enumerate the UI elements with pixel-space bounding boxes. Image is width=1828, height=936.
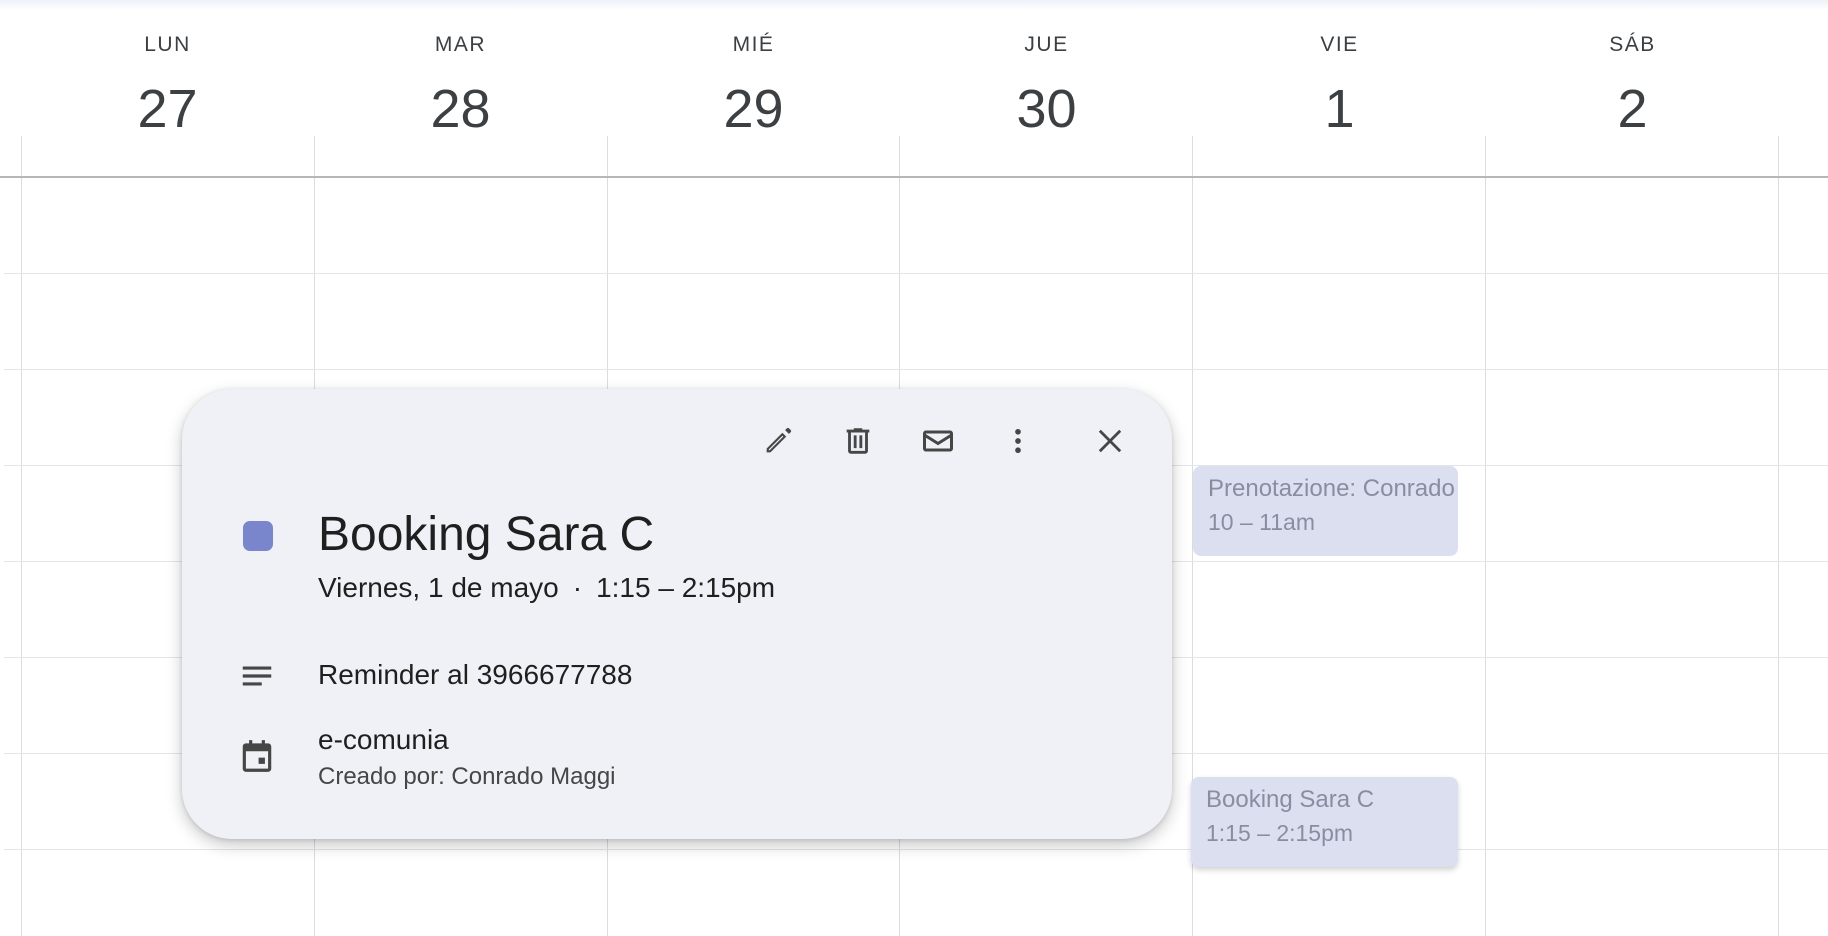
day-header-wed[interactable]: MIÉ 29 — [607, 0, 900, 177]
day-number[interactable]: 29 — [607, 78, 900, 140]
email-guests-button[interactable] — [912, 415, 964, 467]
header-divider — [607, 136, 608, 177]
event-date: Viernes, 1 de mayo — [318, 572, 559, 603]
calendar-event-prenotazione[interactable]: Prenotazione: Conrado 10 – 11am — [1193, 466, 1458, 556]
header-divider — [21, 136, 22, 177]
more-options-button[interactable] — [992, 415, 1044, 467]
day-of-week: VIE — [1320, 33, 1359, 56]
day-number[interactable]: 27 — [21, 78, 314, 140]
day-header-tue[interactable]: MAR 28 — [314, 0, 607, 177]
edit-button[interactable] — [752, 415, 804, 467]
day-header-mon[interactable]: LUN 27 — [21, 0, 314, 177]
grid-hour-line — [4, 273, 1828, 274]
separator: · — [572, 572, 583, 603]
grid-column-line — [1778, 178, 1779, 936]
day-of-week: JUE — [1024, 33, 1069, 56]
header-divider — [1778, 136, 1779, 177]
header-divider — [899, 136, 900, 177]
event-date-time: Viernes, 1 de mayo · 1:15 – 2:15pm — [318, 572, 775, 604]
day-number[interactable]: 28 — [314, 78, 607, 140]
day-number[interactable]: 30 — [900, 78, 1193, 140]
event-time: 10 – 11am — [1208, 509, 1315, 535]
header-divider — [1485, 136, 1486, 177]
notes-icon — [242, 666, 272, 686]
header-divider — [314, 136, 315, 177]
day-of-week: LUN — [144, 33, 191, 56]
event-time: 1:15 – 2:15pm — [596, 572, 776, 603]
close-button[interactable] — [1084, 415, 1136, 467]
more-vert-icon — [1015, 428, 1021, 454]
week-header: LUN 27 MAR 28 MIÉ 29 JUE 30 VIE 1 SÁB 2 — [0, 0, 1828, 177]
trash-icon — [846, 428, 870, 454]
grid-column-line — [1485, 178, 1486, 936]
day-of-week: MAR — [434, 33, 487, 56]
event-title: Prenotazione: Conrado — [1208, 475, 1455, 502]
delete-button[interactable] — [832, 415, 884, 467]
pencil-icon — [766, 427, 792, 453]
day-header-thu[interactable]: JUE 30 — [900, 0, 1193, 177]
grid-hour-line — [4, 369, 1828, 370]
event-time: 1:15 – 2:15pm — [1206, 820, 1354, 846]
event-title: Booking Sara C — [1206, 786, 1375, 813]
calendar-event-booking[interactable]: Booking Sara C 1:15 – 2:15pm — [1191, 777, 1458, 867]
calendar-name: e-comunia — [318, 724, 449, 755]
day-number[interactable]: 1 — [1193, 78, 1486, 140]
day-of-week: MIÉ — [732, 33, 775, 56]
close-icon — [1098, 429, 1122, 453]
day-of-week: SÁB — [1609, 33, 1656, 56]
event-title: Booking Sara C — [318, 508, 655, 561]
event-creator: Creado por: Conrado Maggi — [318, 763, 616, 790]
grid-column-line — [21, 178, 22, 936]
header-divider — [1192, 136, 1193, 177]
day-number[interactable]: 2 — [1486, 78, 1779, 140]
day-header-sat[interactable]: SÁB 2 — [1486, 0, 1779, 177]
mail-icon — [923, 430, 953, 452]
event-description: Reminder al 3966677788 — [318, 659, 633, 690]
calendar-icon — [242, 740, 272, 772]
event-details-popup: Booking Sara C Viernes, 1 de mayo · 1:15 –… — [182, 389, 1172, 839]
header-divider-line — [0, 176, 1828, 178]
day-header-fri[interactable]: VIE 1 — [1193, 0, 1486, 177]
grid-hour-line — [4, 849, 1828, 850]
event-color-indicator — [243, 521, 273, 551]
